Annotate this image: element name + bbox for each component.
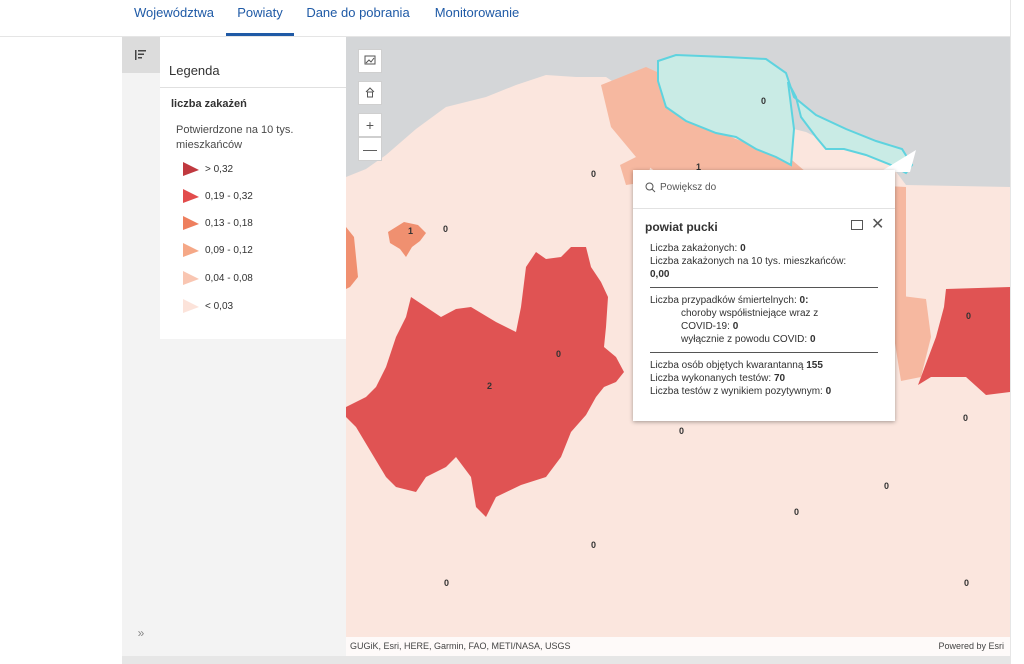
map-label: 1 bbox=[408, 226, 413, 236]
legend-toggle-button[interactable] bbox=[122, 37, 160, 73]
divider bbox=[633, 208, 895, 209]
popup-content: Liczba zakażonych: 0 Liczba zakażonych n… bbox=[650, 242, 885, 398]
legend-swatch bbox=[183, 216, 199, 230]
field-title: Potwierdzone na 10 tys. mieszkańców bbox=[176, 124, 294, 151]
legend-class-label: 0,19 - 0,32 bbox=[205, 190, 253, 202]
home-button[interactable] bbox=[358, 81, 382, 105]
legend-class: 0,09 - 0,12 bbox=[182, 240, 253, 260]
divider bbox=[650, 352, 878, 353]
divider bbox=[650, 287, 878, 288]
district-red-large bbox=[346, 247, 624, 517]
comorbidity-count: COVID-19: 0 bbox=[681, 321, 739, 332]
layer-title: liczba zakażeń bbox=[171, 98, 247, 110]
legend-swatch bbox=[183, 243, 199, 257]
popup-title: powiat pucki bbox=[645, 220, 718, 234]
map-attribution: GUGiK, Esri, HERE, Garmin, FAO, METI/NAS… bbox=[346, 637, 1010, 656]
tab-monitorowanie[interactable]: Monitorowanie bbox=[426, 0, 528, 34]
map-label: 2 bbox=[487, 381, 492, 391]
district-red-right bbox=[918, 287, 1010, 395]
zoom-to-label: Powiększ do bbox=[660, 182, 717, 193]
map-label: 0 bbox=[444, 578, 449, 588]
map-label: 0 bbox=[591, 540, 596, 550]
map-label: 0 bbox=[556, 349, 561, 359]
legend-class: 0,13 - 0,18 bbox=[182, 213, 253, 233]
scrollbar-track[interactable] bbox=[1010, 0, 1024, 664]
legend-empty-area bbox=[160, 339, 346, 656]
dock-icon[interactable] bbox=[851, 220, 863, 230]
tests-count: Liczba wykonanych testów: 70 bbox=[650, 373, 786, 384]
legend-class: 0,19 - 0,32 bbox=[182, 186, 253, 206]
infected-count: Liczba zakażonych: 0 bbox=[650, 243, 746, 254]
infected-per-10k-label: Liczba zakażonych na 10 tys. mieszkańców… bbox=[650, 256, 847, 267]
map-label: 0 bbox=[963, 413, 968, 423]
legend-list-icon bbox=[135, 50, 146, 60]
legend-title: Legenda bbox=[169, 63, 220, 78]
tab-powiaty[interactable]: Powiaty bbox=[226, 0, 294, 36]
infected-per-10k-value: 0,00 bbox=[650, 269, 670, 280]
district-small bbox=[388, 222, 426, 257]
expand-panel-button[interactable]: » bbox=[122, 626, 160, 640]
map-label: 0 bbox=[964, 578, 969, 588]
popup-pointer bbox=[880, 150, 916, 172]
district-left-edge bbox=[346, 227, 358, 289]
legend-class-label: 0,13 - 0,18 bbox=[205, 217, 253, 229]
zoom-in-button[interactable]: + bbox=[358, 113, 382, 137]
map-label: 0 bbox=[966, 311, 971, 321]
legend-swatch bbox=[183, 189, 199, 203]
zoom-to-button[interactable]: Powiększ do bbox=[645, 182, 716, 193]
legend-class-label: 0,09 - 0,12 bbox=[205, 244, 253, 256]
attribution-text: GUGiK, Esri, HERE, Garmin, FAO, METI/NAS… bbox=[350, 641, 571, 651]
map-label: 0 bbox=[679, 426, 684, 436]
deaths-count: Liczba przypadków śmiertelnych: 0: bbox=[650, 295, 809, 306]
legend-class: > 0,32 bbox=[182, 159, 233, 179]
map-label: 0 bbox=[591, 169, 596, 179]
legend-class-label: > 0,32 bbox=[205, 163, 234, 175]
close-icon[interactable]: ✕ bbox=[871, 214, 884, 234]
comorbidity-label: choroby współistniejące wraz z bbox=[681, 308, 819, 319]
covid-only-count: wyłącznie z powodu COVID: 0 bbox=[681, 334, 816, 345]
horizontal-scrollbar[interactable] bbox=[122, 656, 1010, 664]
map-label: 0 bbox=[443, 224, 448, 234]
legend-class: 0,04 - 0,08 bbox=[182, 268, 253, 288]
legend-class-label: 0,04 - 0,08 bbox=[205, 272, 253, 284]
basemap-gallery-icon bbox=[364, 55, 376, 65]
feature-popup: Powiększ do powiat pucki ✕ Liczba zakażo… bbox=[633, 170, 895, 421]
map-label: 0 bbox=[884, 481, 889, 491]
legend-swatch bbox=[183, 299, 199, 313]
map-label: 0 bbox=[761, 96, 766, 106]
zoom-out-button[interactable]: — bbox=[358, 137, 382, 161]
zoom-magnifier-icon bbox=[645, 182, 656, 193]
legend-swatch bbox=[183, 162, 199, 176]
divider bbox=[160, 87, 346, 88]
legend-panel: Legenda liczba zakażeń Potwierdzone na 1… bbox=[160, 37, 346, 339]
basemap-gallery-button[interactable] bbox=[358, 49, 382, 73]
legend-swatch bbox=[183, 271, 199, 285]
side-toolbar: » bbox=[122, 37, 160, 656]
tab-wojewodztwa[interactable]: Województwa bbox=[126, 0, 222, 34]
legend-class: < 0,03 bbox=[182, 296, 233, 316]
tab-dane-do-pobrania[interactable]: Dane do pobrania bbox=[300, 0, 416, 34]
home-icon bbox=[365, 87, 375, 98]
map-label: 0 bbox=[794, 507, 799, 517]
legend-class-label: < 0,03 bbox=[205, 300, 234, 312]
quarantine-count: Liczba osób objętych kwarantanną 155 bbox=[650, 360, 823, 371]
powered-by-esri[interactable]: Powered by Esri bbox=[938, 641, 1004, 651]
top-navigation: Województwa Powiaty Dane do pobrania Mon… bbox=[0, 0, 1010, 37]
positive-tests-count: Liczba testów z wynikiem pozytywnym: 0 bbox=[650, 386, 832, 397]
